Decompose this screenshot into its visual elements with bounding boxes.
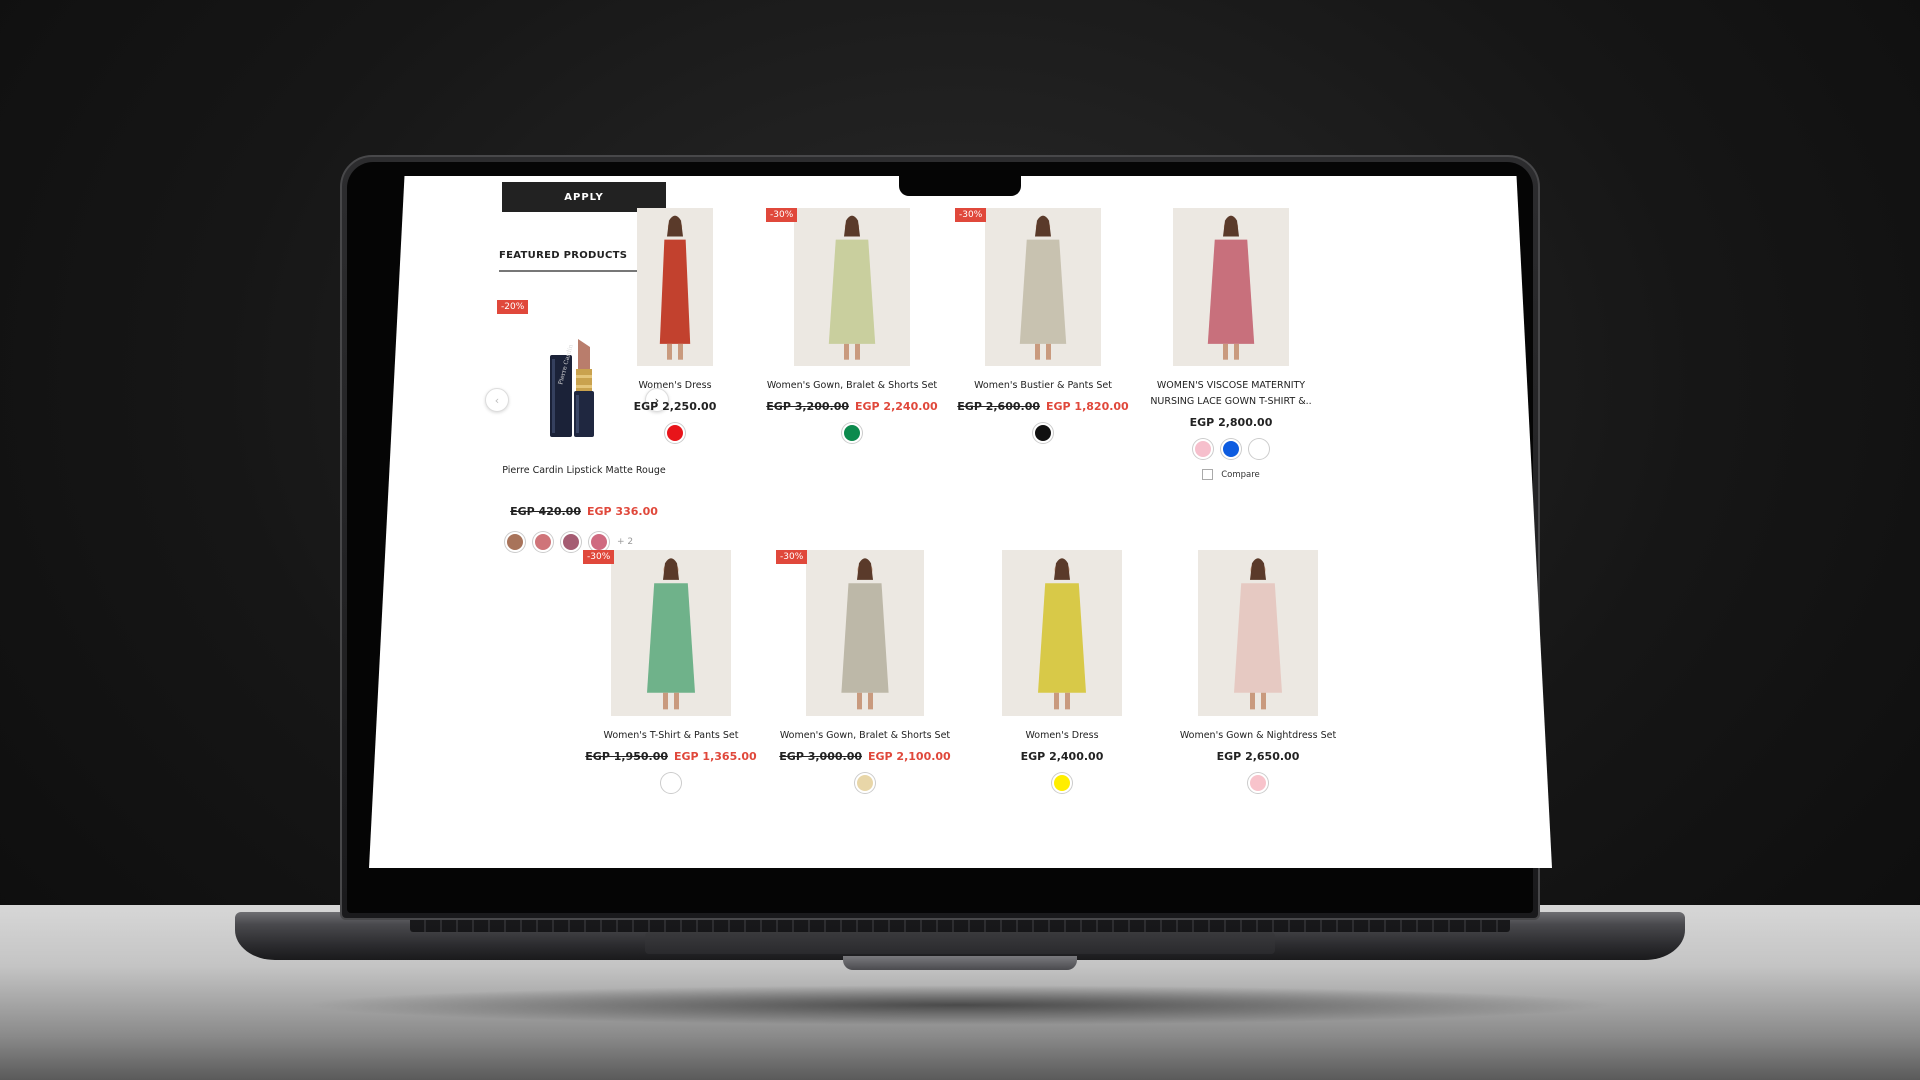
product-name[interactable]: Women's Bustier & Pants Set [953,378,1133,394]
product-image[interactable] [794,208,910,366]
color-swatches [585,423,765,443]
product-card[interactable]: Women's Dress EGP 2,250.00 [585,208,765,443]
product-name[interactable]: Women's Gown, Bralet & Shorts Set [762,378,942,394]
color-swatches [581,773,761,793]
color-swatch[interactable] [665,423,685,443]
color-swatches [775,773,955,793]
regular-price: EGP 2,650.00 [1216,750,1300,763]
color-swatch[interactable] [842,423,862,443]
product-image[interactable] [985,208,1101,366]
color-swatch[interactable] [561,532,581,552]
sale-price: EGP 2,240.00 [855,400,938,413]
product-card[interactable]: Women's Dress EGP 2,400.00 [972,550,1152,793]
product-price: EGP 1,950.00 EGP 1,365.00 [581,750,761,763]
checkbox-icon[interactable] [1202,469,1214,480]
sale-price: EGP 336.00 [587,505,658,518]
color-swatch[interactable] [589,532,609,552]
color-swatches [762,423,942,443]
product-card[interactable]: WOMEN'S VISCOSE MATERNITY NURSING LACE G… [1141,208,1321,480]
original-price: EGP 1,950.00 [585,750,668,763]
featured-product-name[interactable]: Pierre Cardin Lipstick Matte Rouge [499,463,669,479]
original-price: EGP 3,200.00 [766,400,849,413]
model-figure [985,208,1101,366]
camera-notch [899,176,1021,196]
product-name[interactable]: Women's Gown, Bralet & Shorts Set [775,728,955,744]
product-name[interactable]: Women's T-Shirt & Pants Set [581,728,761,744]
product-name[interactable]: Women's Dress [972,728,1152,744]
color-swatch[interactable] [533,532,553,552]
discount-badge: -20% [497,300,529,314]
product-price: EGP 2,400.00 [972,750,1152,763]
product-name[interactable]: WOMEN'S VISCOSE MATERNITY NURSING LACE G… [1141,378,1321,410]
color-swatch[interactable] [1193,439,1213,459]
model-figure [637,208,713,366]
color-swatches [1168,773,1348,793]
product-image[interactable] [1173,208,1289,366]
laptop-trackpad [645,932,1275,954]
model-figure [1173,208,1289,366]
compare-checkbox[interactable]: Compare [1141,469,1321,480]
model-figure [806,550,924,716]
model-figure [794,208,910,366]
regular-price: EGP 2,800.00 [1189,416,1273,429]
product-image[interactable] [1198,550,1318,716]
product-image[interactable] [611,550,731,716]
product-image[interactable] [637,208,713,366]
discount-badge: -30% [583,550,615,564]
model-figure [611,550,731,716]
product-name[interactable]: Women's Gown & Nightdress Set [1168,728,1348,744]
product-image[interactable] [1002,550,1122,716]
color-swatches [1141,439,1321,459]
product-card[interactable]: -30% Women's T-Shirt & Pants Set EGP 1,950… [581,550,761,793]
product-price: EGP 2,800.00 [1141,416,1321,429]
color-swatch[interactable] [1033,423,1053,443]
more-swatches-count[interactable]: + 2 [617,537,633,547]
original-price: EGP 2,600.00 [957,400,1040,413]
model-figure [1198,550,1318,716]
color-swatch[interactable] [1221,439,1241,459]
laptop-front-notch [843,956,1077,970]
product-price: EGP 2,650.00 [1168,750,1348,763]
compare-label: Compare [1221,469,1260,480]
discount-badge: -30% [776,550,808,564]
model-figure [1002,550,1122,716]
product-card[interactable]: -30% Women's Gown, Bralet & Shorts Set EGP… [775,550,955,793]
product-price: EGP 2,250.00 [585,400,765,413]
carousel-prev-button[interactable]: ‹ [485,388,509,412]
color-swatch[interactable] [855,773,875,793]
color-swatches [972,773,1152,793]
product-name[interactable]: Women's Dress [585,378,765,394]
discount-badge: -30% [766,208,798,222]
color-swatches [953,423,1133,443]
original-price: EGP 3,000.00 [779,750,862,763]
original-price: EGP 420.00 [510,505,581,518]
product-card[interactable]: Women's Gown & Nightdress Set EGP 2,650.0… [1168,550,1348,793]
color-swatch[interactable] [1248,773,1268,793]
product-price: EGP 3,000.00 EGP 2,100.00 [775,750,955,763]
product-image[interactable] [806,550,924,716]
color-swatch[interactable] [1052,773,1072,793]
laptop-shadow [300,985,1620,1025]
product-price: EGP 2,600.00 EGP 1,820.00 [953,400,1133,413]
featured-color-swatches: + 2 [505,532,633,552]
regular-price: EGP 2,400.00 [1020,750,1104,763]
product-card[interactable]: -30% Women's Gown, Bralet & Shorts Set EGP… [762,208,942,443]
color-swatch[interactable] [661,773,681,793]
product-price: EGP 3,200.00 EGP 2,240.00 [762,400,942,413]
sale-price: EGP 2,100.00 [868,750,951,763]
regular-price: EGP 2,250.00 [633,400,717,413]
laptop-screen: APPLY FEATURED PRODUCTS ⌃ -20% ‹ › Pierr… [369,176,1552,868]
sale-price: EGP 1,820.00 [1046,400,1129,413]
discount-badge: -30% [955,208,987,222]
color-swatch[interactable] [505,532,525,552]
featured-product-price: EGP 420.00 EGP 336.00 [499,505,669,518]
product-card[interactable]: -30% Women's Bustier & Pants Set EGP 2,600… [953,208,1133,443]
sale-price: EGP 1,365.00 [674,750,757,763]
color-swatch[interactable] [1249,439,1269,459]
